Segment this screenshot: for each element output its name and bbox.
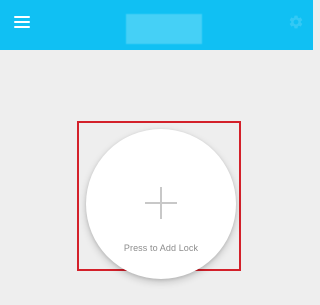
menu-button[interactable] [14, 15, 30, 29]
plus-icon [145, 187, 177, 219]
gear-icon [289, 15, 303, 29]
hamburger-menu-icon [14, 16, 30, 18]
settings-button[interactable] [288, 14, 304, 30]
app-bar [0, 0, 313, 50]
app-title-placeholder [126, 14, 202, 44]
add-lock-button[interactable]: Press to Add Lock [86, 129, 236, 279]
add-lock-label: Press to Add Lock [123, 243, 199, 253]
